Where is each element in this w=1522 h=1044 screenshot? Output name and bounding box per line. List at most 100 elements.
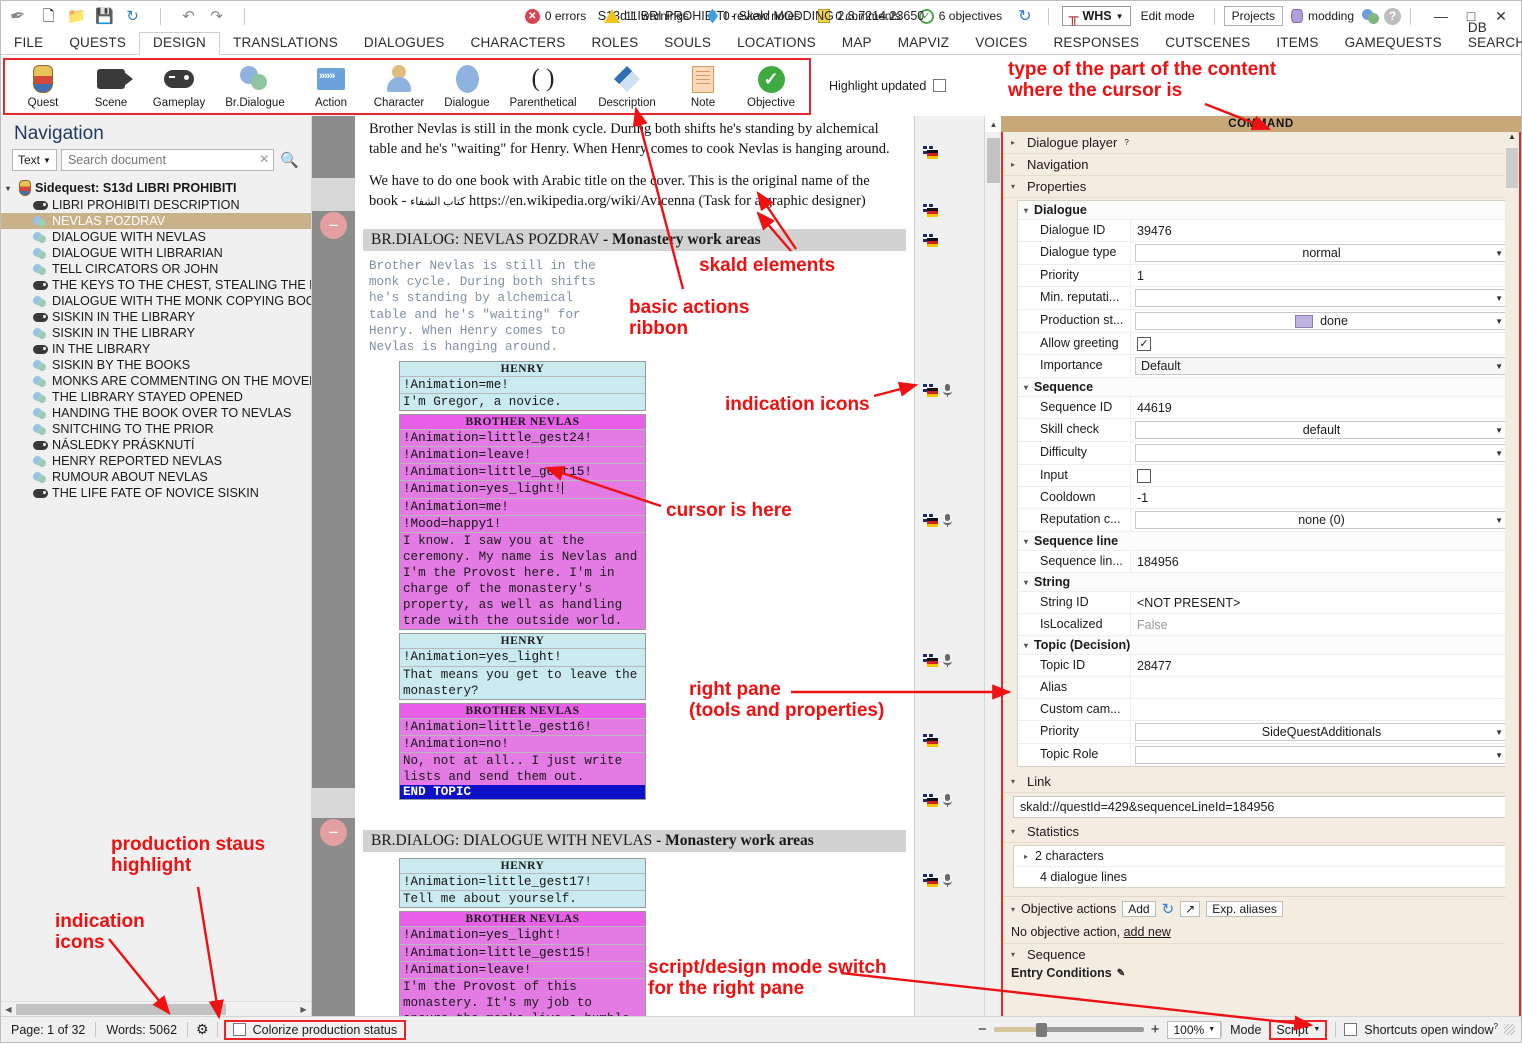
ribbon-button-dialogue[interactable]: Dialogue (433, 61, 501, 109)
colorize-production-status-control[interactable]: Colorize production status (223, 1019, 407, 1040)
sidebar-item-5[interactable]: THE KEYS TO THE CHEST, STEALING THE BOOK (1, 277, 311, 293)
tab-file[interactable]: FILE (1, 33, 56, 54)
minimize-button[interactable]: — (1426, 3, 1456, 29)
production-status-dropdown[interactable]: done ▼ (1135, 312, 1508, 330)
statistics-characters-row[interactable]: ▸ 2 characters (1014, 846, 1510, 867)
objectives-status[interactable]: ✓ 6 objectives (910, 8, 1011, 24)
property-value[interactable]: -1 (1131, 487, 1512, 508)
sidebar-item-2[interactable]: DIALOGUE WITH NEVLAS (1, 229, 311, 245)
script-mode-dropdown[interactable]: Script ▼ (1269, 1019, 1328, 1040)
indication-icons-row[interactable] (923, 384, 952, 397)
refresh-icon[interactable]: ↻ (1162, 900, 1175, 918)
input-checkbox[interactable] (1137, 468, 1151, 483)
property-group-topic[interactable]: ▾ Topic (Decision) (1018, 636, 1512, 655)
add-new-link[interactable]: add new (1124, 925, 1171, 939)
sidebar-item-13[interactable]: HANDING THE BOOK OVER TO NEVLAS (1, 405, 311, 421)
sidebar-item-8[interactable]: SISKIN IN THE LIBRARY (1, 325, 311, 341)
property-group-string[interactable]: ▾ String (1018, 573, 1512, 592)
dialogue-bubble[interactable]: HENRY !Animation=yes_light! That means y… (399, 633, 646, 700)
ribbon-button-note[interactable]: Note (669, 61, 737, 109)
property-value[interactable]: 1 (1131, 265, 1512, 286)
zoom-in-button[interactable]: + (1151, 1021, 1160, 1038)
scroll-thumb[interactable] (16, 1003, 226, 1015)
property-value[interactable]: 39476 (1131, 220, 1512, 241)
whs-selector[interactable]: ╥ WHS ▼ (1061, 6, 1131, 26)
sidebar-item-11[interactable]: MONKS ARE COMMENTING ON THE MOVEMEN (1, 373, 311, 389)
zoom-slider[interactable] (993, 1023, 1144, 1037)
accordion-navigation[interactable]: ▸ Navigation (1003, 154, 1519, 176)
accordion-properties[interactable]: ▾ Properties (1003, 176, 1519, 198)
indication-icons-row[interactable] (923, 654, 952, 667)
scroll-right-icon[interactable]: ▶ (296, 1005, 311, 1014)
indication-icons-row[interactable] (923, 734, 938, 747)
sidebar-item-18[interactable]: THE LIFE FATE OF NOVICE SISKIN (1, 485, 311, 501)
indication-icons-row[interactable] (923, 874, 952, 887)
collapse-section-button-2[interactable]: − (320, 819, 347, 846)
tab-design[interactable]: DESIGN (139, 32, 220, 55)
dialogue-bubble[interactable]: BROTHER NEVLAS !Animation=little_gest16!… (399, 702, 646, 801)
scroll-thumb[interactable] (1506, 148, 1518, 188)
highlight-updated-checkbox[interactable] (933, 79, 947, 92)
sidebar-item-1[interactable]: NEVLAS POZDRAV (1, 213, 311, 229)
help-icon[interactable]: ? (1384, 7, 1401, 25)
highlight-updated-control[interactable]: Highlight updated (829, 79, 947, 93)
tree-root-sidequest[interactable]: ▾ Sidequest: S13d LIBRI PROHIBITI (1, 179, 311, 197)
tab-translations[interactable]: TRANSLATIONS (220, 33, 351, 54)
tab-locations[interactable]: LOCATIONS (724, 33, 829, 54)
tab-souls[interactable]: SOULS (651, 33, 724, 54)
sidebar-item-7[interactable]: SISKIN IN THE LIBRARY (1, 309, 311, 325)
tab-roles[interactable]: ROLES (579, 33, 652, 54)
accordion-dialogue-player[interactable]: ▸ Dialogue player? (1003, 132, 1519, 154)
gear-icon[interactable]: ⚙ (188, 1021, 217, 1038)
ribbon-button-character[interactable]: Character (365, 61, 433, 109)
property-value[interactable]: 28477 (1131, 655, 1512, 676)
min-reputation-dropdown[interactable]: ▼ (1135, 289, 1508, 307)
ribbon-button-parenthetical[interactable]: ( ) Parenthetical (501, 61, 585, 109)
topic-role-dropdown[interactable]: ▼ (1135, 746, 1508, 764)
scroll-left-icon[interactable]: ◀ (1, 1005, 16, 1014)
scroll-up-icon[interactable]: ▲ (1505, 132, 1519, 146)
document-vertical-scrollbar[interactable]: ▲ (984, 116, 1002, 1016)
search-scope-dropdown[interactable]: Text ▼ (12, 149, 57, 171)
indication-icons-row[interactable] (923, 204, 938, 217)
dialogue-bubble[interactable]: BROTHER NEVLAS !Animation=yes_light! !An… (399, 911, 646, 1016)
tab-quests[interactable]: QUESTS (56, 33, 139, 54)
errors-status[interactable]: ✕ 0 errors (516, 8, 595, 24)
ribbon-button-description[interactable]: Description (585, 61, 669, 109)
dialogue-type-dropdown[interactable]: normal ▼ (1135, 244, 1508, 262)
tab-responses[interactable]: RESPONSES (1040, 33, 1152, 54)
sidebar-item-17[interactable]: RUMOUR ABOUT NEVLAS (1, 469, 311, 485)
two-bubbles-icon[interactable] (1362, 8, 1379, 24)
property-value[interactable]: 44619 (1131, 397, 1512, 418)
open-folder-icon[interactable]: 📁 (67, 7, 86, 26)
ribbon-button-objective[interactable]: ✓ Objective (737, 61, 805, 109)
warnings-status[interactable]: 11 warnings (595, 9, 698, 23)
tab-db-search[interactable]: DB SEARCH (1455, 18, 1522, 54)
comments-status[interactable]: 0 comments (809, 9, 909, 23)
link-value-field[interactable]: skald://questId=429&sequenceLineId=18495… (1013, 796, 1511, 818)
dialogue-bubble[interactable]: BROTHER NEVLAS !Animation=little_gest24!… (399, 414, 646, 631)
collapse-section-button-1[interactable]: − (320, 212, 347, 239)
sidebar-item-12[interactable]: THE LIBRARY STAYED OPENED (1, 389, 311, 405)
accordion-statistics[interactable]: ▾ Statistics (1003, 821, 1519, 843)
right-pane-scrollbar[interactable]: ▲ (1505, 132, 1519, 1016)
search-input[interactable] (60, 149, 275, 171)
dialogue-bubble[interactable]: HENRY !Animation=little_gest17! Tell me … (399, 858, 646, 909)
tab-gamequests[interactable]: GAMEQUESTS (1332, 33, 1455, 54)
exp-aliases-button[interactable]: Exp. aliases (1206, 901, 1283, 917)
entry-conditions-row[interactable]: Entry Conditions ✎ (1003, 965, 1519, 980)
shortcuts-open-window-checkbox[interactable] (1344, 1023, 1358, 1036)
indication-icons-row[interactable] (923, 234, 938, 247)
undo-icon[interactable]: ↶ (179, 7, 198, 26)
clear-search-icon[interactable]: ✕ (259, 152, 269, 166)
new-document-icon[interactable]: 🗋 (39, 7, 58, 26)
sidebar-item-14[interactable]: SNITCHING TO THE PRIOR (1, 421, 311, 437)
property-value[interactable]: 184956 (1131, 551, 1512, 572)
tab-mapviz[interactable]: MAPVIZ (885, 33, 962, 54)
ribbon-button-scene[interactable]: Scene (77, 61, 145, 109)
tab-characters[interactable]: CHARACTERS (458, 33, 579, 54)
dialogue-bubble[interactable]: HENRY !Animation=me! I'm Gregor, a novic… (399, 360, 646, 412)
sync-icon[interactable]: ↻ (123, 7, 142, 26)
topic-priority-dropdown[interactable]: SideQuestAdditionals ▼ (1135, 723, 1508, 741)
scroll-up-icon[interactable]: ▲ (985, 116, 1002, 132)
